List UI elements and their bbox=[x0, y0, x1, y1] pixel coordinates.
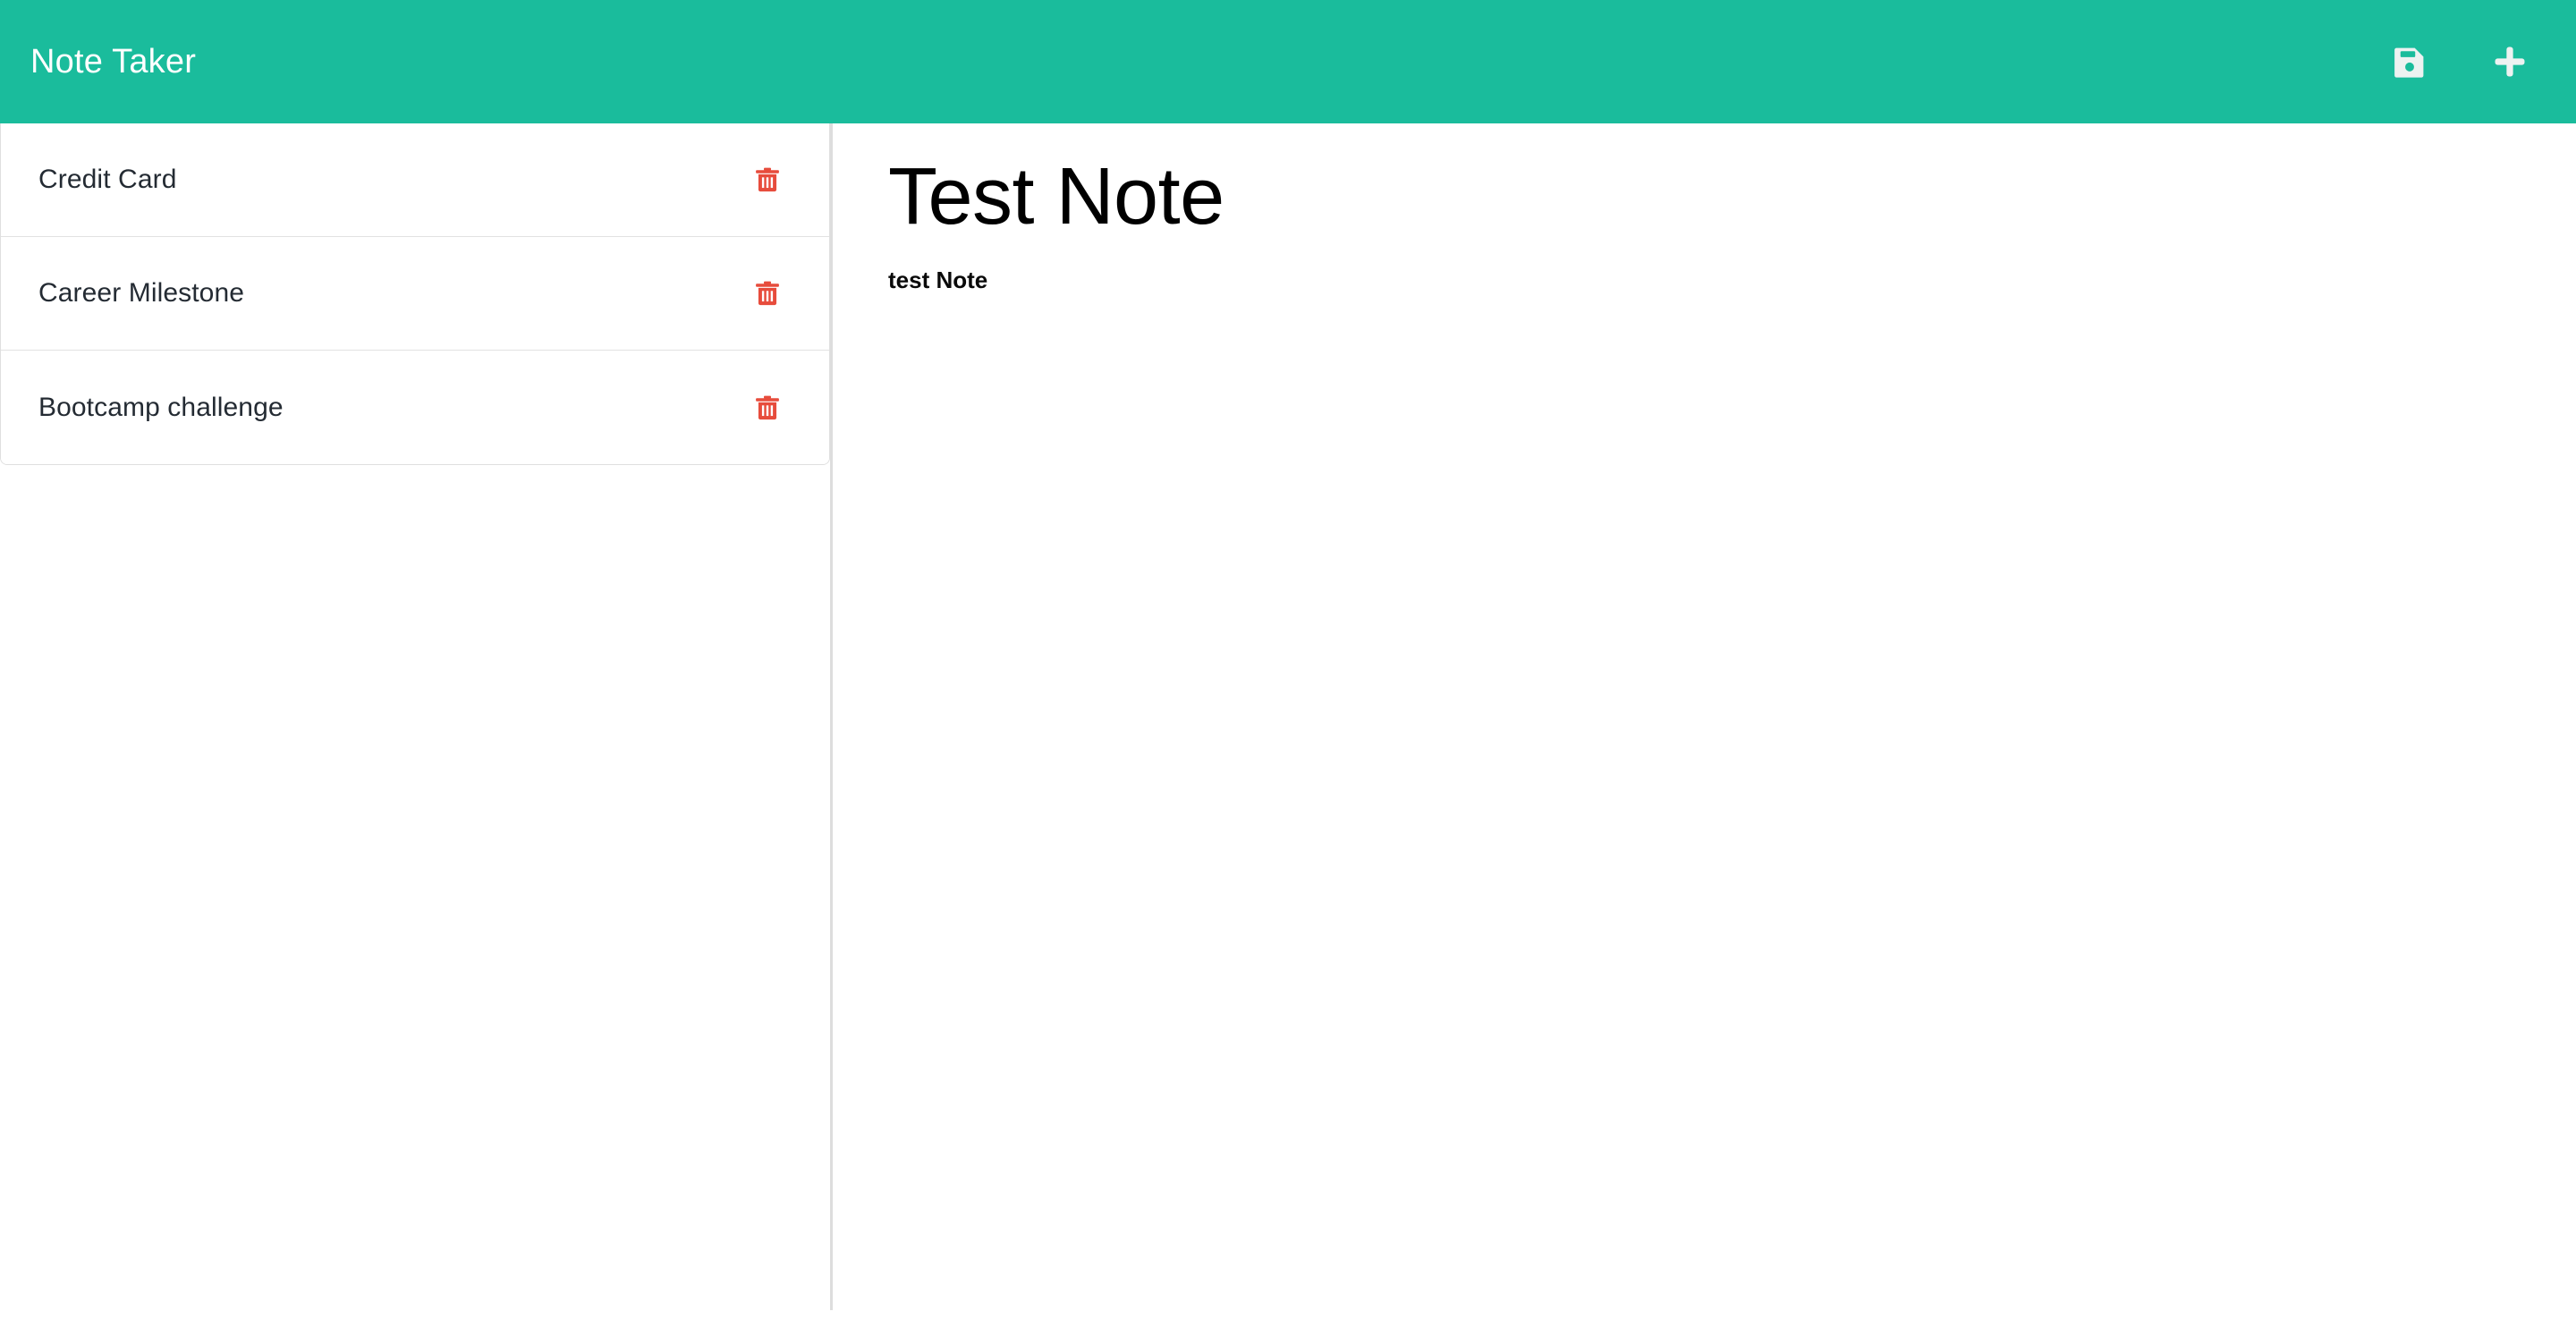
note-list-item[interactable]: Bootcamp challenge bbox=[1, 351, 829, 464]
note-list-item-title: Credit Card bbox=[38, 165, 177, 194]
note-detail-panel: Test Note test Note bbox=[833, 123, 2576, 1320]
content-area: Credit Card Career Milestone Bootcamp ch… bbox=[0, 123, 2576, 1320]
delete-note-button[interactable] bbox=[747, 273, 788, 314]
note-list: Credit Card Career Milestone Bootcamp ch… bbox=[0, 123, 830, 465]
note-list-item-title: Bootcamp challenge bbox=[38, 392, 284, 422]
app-title: Note Taker bbox=[30, 43, 197, 80]
delete-note-button[interactable] bbox=[747, 387, 788, 428]
trash-icon bbox=[752, 393, 783, 423]
note-body-input[interactable]: test Note bbox=[888, 264, 2522, 296]
app-header: Note Taker bbox=[0, 0, 2576, 123]
trash-icon bbox=[752, 165, 783, 195]
note-list-panel: Credit Card Career Milestone Bootcamp ch… bbox=[0, 123, 830, 465]
delete-note-button[interactable] bbox=[747, 159, 788, 200]
plus-icon bbox=[2489, 41, 2530, 82]
floppy-disk-save-icon bbox=[2390, 42, 2429, 81]
save-note-button[interactable] bbox=[2385, 37, 2435, 87]
trash-icon bbox=[752, 278, 783, 309]
add-note-button[interactable] bbox=[2485, 37, 2535, 87]
note-list-item-title: Career Milestone bbox=[38, 278, 245, 308]
header-actions bbox=[2385, 37, 2540, 87]
note-title-input[interactable]: Test Note bbox=[888, 153, 2522, 241]
note-list-item[interactable]: Credit Card bbox=[1, 123, 829, 237]
note-list-item[interactable]: Career Milestone bbox=[1, 237, 829, 351]
